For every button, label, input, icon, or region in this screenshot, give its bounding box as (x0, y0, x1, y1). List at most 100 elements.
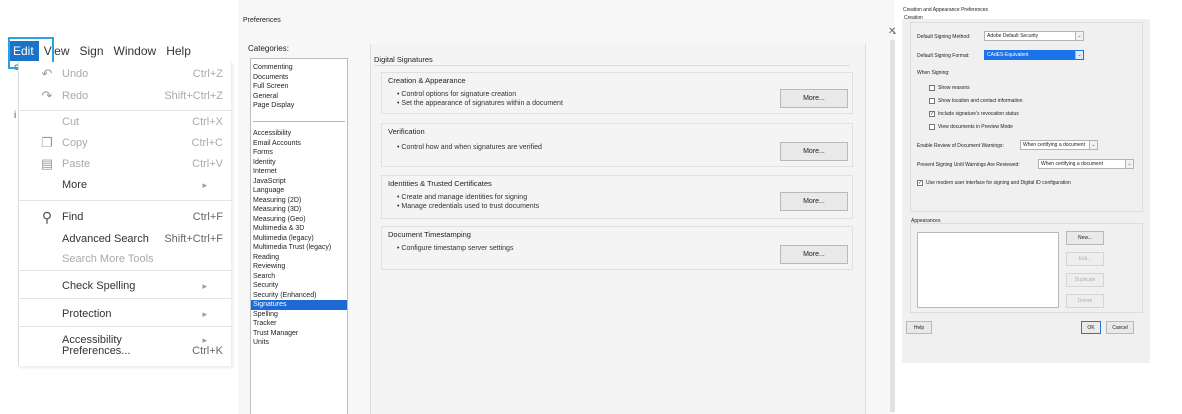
edit-appearance-button[interactable]: Edit... (1066, 252, 1104, 266)
enable-review-label: Enable Review of Document Warnings: (917, 143, 1004, 149)
category-item-reading[interactable]: Reading (251, 253, 347, 263)
menu-item-protection[interactable]: Protection ▸ (19, 303, 233, 325)
menu-item-label: Undo (62, 68, 89, 80)
menu-separator (19, 326, 233, 327)
search-icon: ⚲ (41, 208, 53, 225)
category-item-measuring-3d[interactable]: Measuring (3D) (251, 205, 347, 215)
category-item-spelling[interactable]: Spelling (251, 310, 347, 320)
menu-item-preferences[interactable]: Preferences... Ctrl+K (19, 340, 233, 362)
undo-icon: ↶ (41, 66, 53, 81)
category-item-identity[interactable]: Identity (251, 158, 347, 168)
category-item-tracker[interactable]: Tracker (251, 319, 347, 329)
menu-separator (19, 270, 233, 271)
menu-item-search-more-tools[interactable]: Search More Tools (19, 248, 233, 270)
menu-item-shortcut: Ctrl+K (192, 345, 223, 357)
help-button[interactable]: Help (906, 321, 932, 334)
more-button-identities[interactable]: More... (780, 192, 848, 211)
menu-item-label: Check Spelling (62, 280, 136, 292)
menu-item-shortcut: Ctrl+F (192, 211, 223, 223)
category-item-accessibility[interactable]: Accessibility (251, 129, 347, 139)
ok-button[interactable]: OK (1081, 321, 1101, 334)
menu-item-shortcut: Ctrl+X (192, 116, 223, 128)
signatures-pane: Digital Signatures Creation & Appearance… (370, 44, 866, 414)
more-button-timestamping[interactable]: More... (780, 245, 848, 264)
category-item[interactable]: Full Screen (251, 82, 347, 92)
category-item-search[interactable]: Search (251, 272, 347, 282)
menu-item-shortcut: Shift+Ctrl+Z (164, 90, 223, 102)
creation-label: Creation (904, 15, 923, 21)
category-item-security[interactable]: Security (251, 281, 347, 291)
enable-review-select[interactable]: When certifying a document ⌄ (1020, 140, 1098, 150)
revocation-status-checkbox[interactable]: ✓ (929, 111, 935, 117)
category-item-reviewing[interactable]: Reviewing (251, 262, 347, 272)
menu-item-paste[interactable]: ▤ Paste Ctrl+V (19, 153, 233, 175)
show-location-checkbox[interactable] (929, 98, 935, 104)
category-item-units[interactable]: Units (251, 338, 347, 348)
category-item-email-accounts[interactable]: Email Accounts (251, 139, 347, 149)
menu-window[interactable]: Window (109, 41, 162, 61)
category-item[interactable]: Documents (251, 73, 347, 83)
menu-item-find[interactable]: ⚲ Find Ctrl+F (19, 206, 233, 228)
prevent-signing-select[interactable]: When certifying a document ⌄ (1038, 159, 1134, 169)
category-item-security-enhanced[interactable]: Security (Enhanced) (251, 291, 347, 301)
chevron-down-icon: ⌄ (1075, 32, 1083, 40)
cancel-button[interactable]: Cancel (1106, 321, 1134, 334)
more-button-verification[interactable]: More... (780, 142, 848, 161)
menu-sign[interactable]: Sign (74, 41, 108, 61)
default-format-label: Default Signing Format: (917, 53, 970, 59)
group-bullet: • Control options for signature creation (397, 91, 517, 98)
menu-item-label: Protection (62, 308, 112, 320)
category-item-multimedia-legacy[interactable]: Multimedia (legacy) (251, 234, 347, 244)
default-format-select[interactable]: CAdES-Equivalent ⌄ (984, 50, 1084, 60)
menu-item-more[interactable]: More ▸ (19, 174, 233, 196)
categories-list[interactable]: Commenting Documents Full Screen General… (250, 58, 348, 414)
more-button-creation[interactable]: More... (780, 89, 848, 108)
category-item[interactable]: Page Display (251, 101, 347, 111)
menu-item-check-spelling[interactable]: Check Spelling ▸ (19, 275, 233, 297)
edit-dropdown: ↶ Undo Ctrl+Z ↷ Redo Shift+Ctrl+Z Cut Ct… (18, 62, 233, 366)
menu-item-advanced-search[interactable]: Advanced Search Shift+Ctrl+F (19, 228, 233, 250)
new-appearance-button[interactable]: New... (1066, 231, 1104, 245)
menu-item-undo[interactable]: ↶ Undo Ctrl+Z (19, 63, 233, 85)
category-item-multimedia-trust-legacy[interactable]: Multimedia Trust (legacy) (251, 243, 347, 253)
show-reasons-checkbox[interactable] (929, 85, 935, 91)
select-value: Adobe Default Security (987, 33, 1039, 39)
group-creation-appearance: Creation & Appearance • Control options … (381, 72, 853, 114)
menu-item-label: Redo (62, 90, 89, 102)
menu-item-copy[interactable]: ❐ Copy Ctrl+C (19, 132, 233, 154)
edge-fragment: i (14, 110, 17, 121)
group-bullet: • Create and manage identities for signi… (397, 194, 528, 201)
category-item[interactable]: Commenting (251, 63, 347, 73)
category-item-measuring-2d[interactable]: Measuring (2D) (251, 196, 347, 206)
category-item-trust-manager[interactable]: Trust Manager (251, 329, 347, 339)
menu-help[interactable]: Help (161, 41, 196, 61)
category-item-multimedia-3d[interactable]: Multimedia & 3D (251, 224, 347, 234)
default-method-select[interactable]: Adobe Default Security ⌄ (984, 31, 1084, 41)
scrollbar[interactable] (890, 40, 895, 412)
category-item-language[interactable]: Language (251, 186, 347, 196)
modern-ui-checkbox[interactable]: ✓ (917, 180, 923, 186)
menu-item-label: Find (62, 211, 84, 223)
category-item-measuring-geo[interactable]: Measuring (Geo) (251, 215, 347, 225)
appearances-list[interactable] (917, 232, 1059, 308)
category-item-internet[interactable]: Internet (251, 167, 347, 177)
category-item-javascript[interactable]: JavaScript (251, 177, 347, 187)
group-bullet: • Control how and when signatures are ve… (397, 144, 542, 151)
menu-separator (19, 298, 233, 299)
category-item-signatures[interactable]: Signatures (251, 300, 347, 310)
section-divider (374, 65, 850, 66)
duplicate-appearance-button[interactable]: Duplicate (1066, 273, 1104, 287)
category-separator (253, 121, 345, 122)
menu-item-label: More (62, 179, 88, 191)
menu-item-redo[interactable]: ↷ Redo Shift+Ctrl+Z (19, 85, 233, 107)
preview-mode-checkbox[interactable] (929, 124, 935, 130)
section-title: Digital Signatures (374, 55, 433, 64)
category-item-forms[interactable]: Forms (251, 148, 347, 158)
menu-item-cut[interactable]: Cut Ctrl+X (19, 111, 233, 133)
paste-icon: ▤ (40, 156, 54, 171)
category-item[interactable]: General (251, 92, 347, 102)
dialog-title: Creation and Appearance Preferences (903, 7, 989, 13)
group-title: Verification (388, 127, 425, 136)
checkbox-label: Use modern user interface for signing an… (926, 180, 1071, 186)
delete-appearance-button[interactable]: Delete (1066, 294, 1104, 308)
